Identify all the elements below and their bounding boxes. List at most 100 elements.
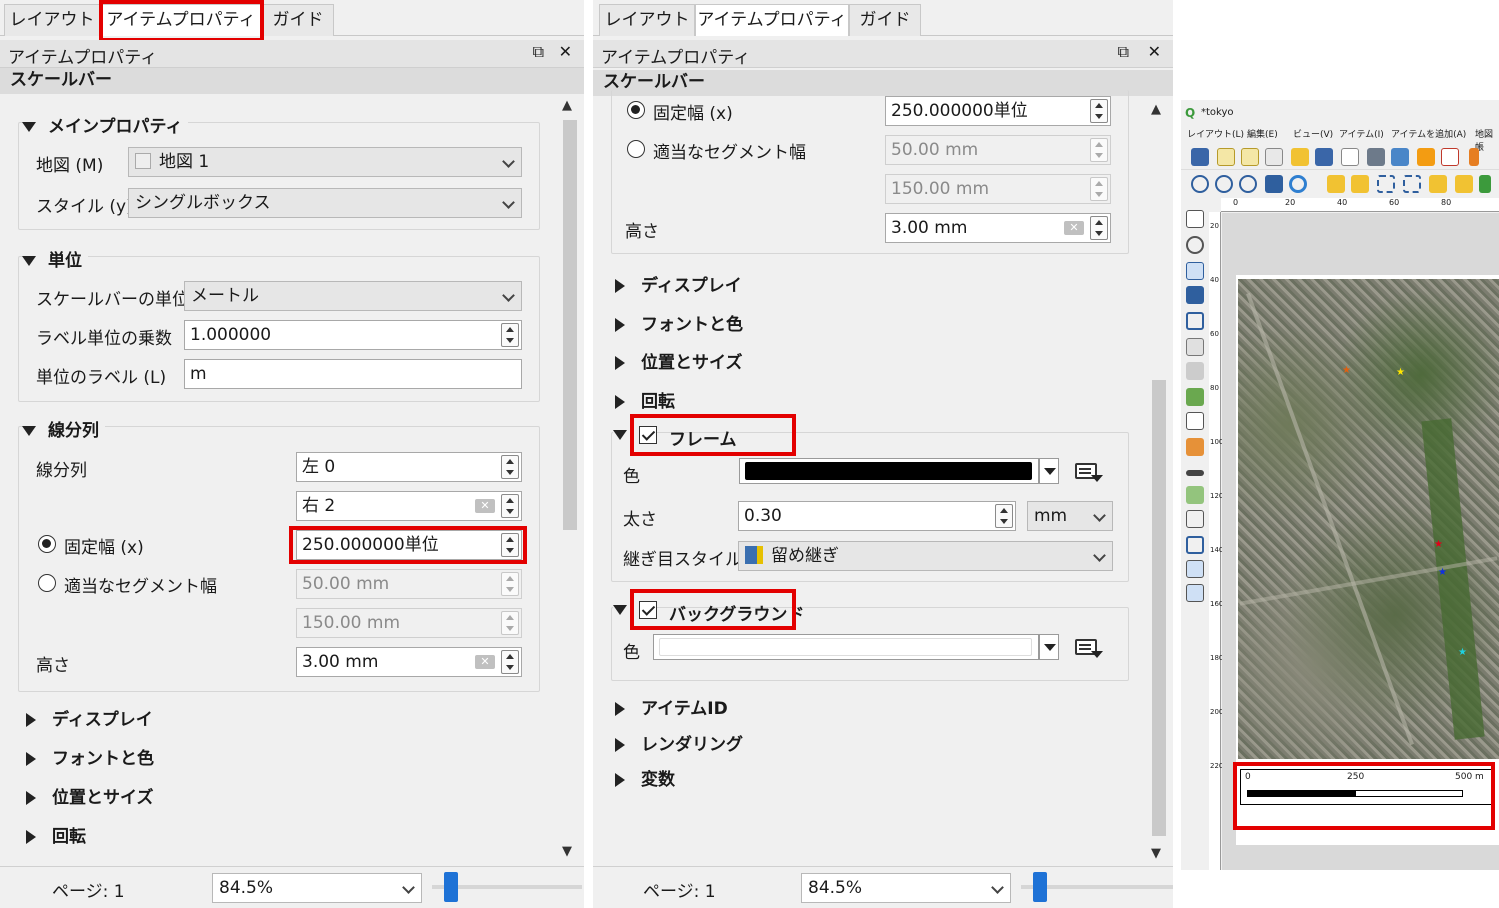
- left-segments-input[interactable]: 左 0: [296, 452, 522, 482]
- frame-color-dropdown[interactable]: [1039, 458, 1059, 484]
- zoom-slider-thumb[interactable]: [444, 872, 458, 902]
- fixed-width-input[interactable]: 250.000000単位: [296, 530, 522, 560]
- frame-header[interactable]: [613, 425, 639, 445]
- scrollbar[interactable]: ▲ ▼: [1147, 96, 1171, 866]
- fixed-width-radio[interactable]: [627, 101, 645, 119]
- open-folder-icon[interactable]: [1291, 148, 1309, 166]
- height-input[interactable]: 3.00 mm ✕: [296, 647, 522, 677]
- scalebar-item[interactable]: 0 250 500 m: [1240, 769, 1492, 805]
- section-rotation[interactable]: 回転: [26, 822, 86, 847]
- add-html-icon[interactable]: [1186, 584, 1204, 602]
- scroll-thumb[interactable]: [563, 120, 577, 530]
- ungroup-icon[interactable]: [1479, 175, 1491, 193]
- section-rotation[interactable]: 回転: [615, 387, 675, 412]
- add-label-icon[interactable]: [1186, 412, 1204, 430]
- zoom-actual-icon[interactable]: [1239, 175, 1257, 193]
- fit-max-input[interactable]: 150.00 mm: [296, 608, 522, 638]
- add-scalebar-icon[interactable]: [1186, 470, 1204, 476]
- zoom-tool-icon[interactable]: [1186, 236, 1204, 254]
- scroll-up-icon[interactable]: ▲: [562, 98, 572, 113]
- spin-buttons[interactable]: [995, 504, 1013, 528]
- zoom-combo[interactable]: 84.5%: [212, 873, 422, 903]
- background-checkbox[interactable]: [639, 601, 657, 619]
- spin-buttons[interactable]: [501, 455, 519, 479]
- spin-buttons[interactable]: [1090, 216, 1108, 240]
- add-arrow-icon[interactable]: [1186, 536, 1204, 554]
- move-content-icon[interactable]: [1186, 286, 1204, 304]
- section-position-size[interactable]: 位置とサイズ: [26, 783, 154, 808]
- fixed-width-radio[interactable]: [38, 535, 56, 553]
- distribute-icon[interactable]: [1403, 175, 1421, 193]
- export-svg-icon[interactable]: [1417, 148, 1435, 166]
- frame-checkbox[interactable]: [639, 426, 657, 444]
- frame-color-button[interactable]: [739, 458, 1039, 484]
- right-segments-input[interactable]: 右 2 ✕: [296, 491, 522, 521]
- new-layout-icon[interactable]: [1217, 148, 1235, 166]
- section-font-color[interactable]: フォントと色: [615, 310, 743, 335]
- join-style-combo[interactable]: 留め継ぎ: [738, 541, 1113, 571]
- menu-layout[interactable]: レイアウト(L): [1187, 127, 1244, 140]
- clear-icon[interactable]: ✕: [475, 655, 495, 669]
- menu-edit[interactable]: 編集(E): [1247, 127, 1278, 140]
- fit-min-input[interactable]: 50.00 mm: [296, 569, 522, 599]
- unit-combo[interactable]: メートル: [184, 281, 522, 311]
- section-rendering[interactable]: レンダリング: [615, 730, 743, 755]
- menu-add-item[interactable]: アイテムを追加(A): [1391, 127, 1466, 140]
- zoom-combo[interactable]: 84.5%: [801, 873, 1011, 903]
- background-color-dropdown[interactable]: [1039, 634, 1059, 660]
- tab-guide[interactable]: ガイド: [262, 4, 334, 36]
- close-icon[interactable]: ✕: [559, 42, 572, 61]
- segments-header[interactable]: 線分列: [22, 416, 105, 441]
- add-table-icon[interactable]: [1186, 560, 1204, 578]
- add-legend-icon[interactable]: [1186, 438, 1204, 456]
- multiplier-input[interactable]: 1.000000: [184, 320, 522, 350]
- spin-buttons[interactable]: [501, 494, 519, 518]
- pan-icon[interactable]: [1186, 210, 1204, 228]
- export-image-icon[interactable]: [1391, 148, 1409, 166]
- add-map-icon[interactable]: [1186, 338, 1204, 356]
- fit-segment-radio[interactable]: [38, 574, 56, 592]
- fit-min-input[interactable]: 50.00 mm: [885, 135, 1111, 165]
- zoom-full-icon[interactable]: [1265, 175, 1283, 193]
- zoom-in-icon[interactable]: [1191, 175, 1209, 193]
- spin-buttons[interactable]: [1090, 99, 1108, 123]
- main-props-header[interactable]: メインプロパティ: [22, 112, 189, 137]
- resize-icon[interactable]: [1429, 175, 1447, 193]
- unit-label-input[interactable]: m: [184, 359, 522, 389]
- frame-width-unit-combo[interactable]: mm: [1027, 501, 1113, 531]
- edit-nodes-icon[interactable]: [1186, 312, 1204, 330]
- spin-buttons[interactable]: [1090, 177, 1108, 201]
- tab-item-properties[interactable]: アイテムプロパティ: [100, 4, 262, 36]
- tab-guide[interactable]: ガイド: [849, 4, 921, 36]
- scroll-down-icon[interactable]: ▼: [562, 844, 572, 859]
- section-display[interactable]: ディスプレイ: [615, 271, 742, 296]
- fixed-width-input[interactable]: 250.000000単位: [885, 96, 1111, 126]
- raise-icon[interactable]: [1327, 175, 1345, 193]
- units-header[interactable]: 単位: [22, 246, 88, 271]
- scroll-down-icon[interactable]: ▼: [1151, 846, 1161, 861]
- spin-buttons[interactable]: [501, 572, 519, 596]
- frame-width-input[interactable]: 0.30: [738, 501, 1016, 531]
- section-item-id[interactable]: アイテムID: [615, 694, 728, 719]
- fit-segment-radio[interactable]: [627, 140, 645, 158]
- spin-buttons[interactable]: [501, 650, 519, 674]
- menu-view[interactable]: ビュー(V): [1293, 127, 1333, 140]
- save-template-icon[interactable]: [1315, 148, 1333, 166]
- background-header[interactable]: [613, 600, 639, 620]
- lower-icon[interactable]: [1351, 175, 1369, 193]
- spin-buttons[interactable]: [501, 611, 519, 635]
- section-position-size[interactable]: 位置とサイズ: [615, 348, 743, 373]
- spin-buttons[interactable]: [501, 533, 519, 557]
- menu-item[interactable]: アイテム(I): [1339, 127, 1384, 140]
- map-combo[interactable]: 地図 1: [128, 147, 522, 177]
- group-icon[interactable]: [1455, 175, 1473, 193]
- spin-buttons[interactable]: [501, 323, 519, 347]
- scroll-thumb[interactable]: [1152, 380, 1166, 836]
- section-variables[interactable]: 変数: [615, 765, 675, 790]
- clear-icon[interactable]: ✕: [1064, 221, 1084, 235]
- select-tool-icon[interactable]: [1186, 262, 1204, 280]
- fit-max-input[interactable]: 150.00 mm: [885, 174, 1111, 204]
- align-icon[interactable]: [1377, 175, 1395, 193]
- duplicate-icon[interactable]: [1241, 148, 1259, 166]
- add-3d-map-icon[interactable]: [1186, 362, 1204, 380]
